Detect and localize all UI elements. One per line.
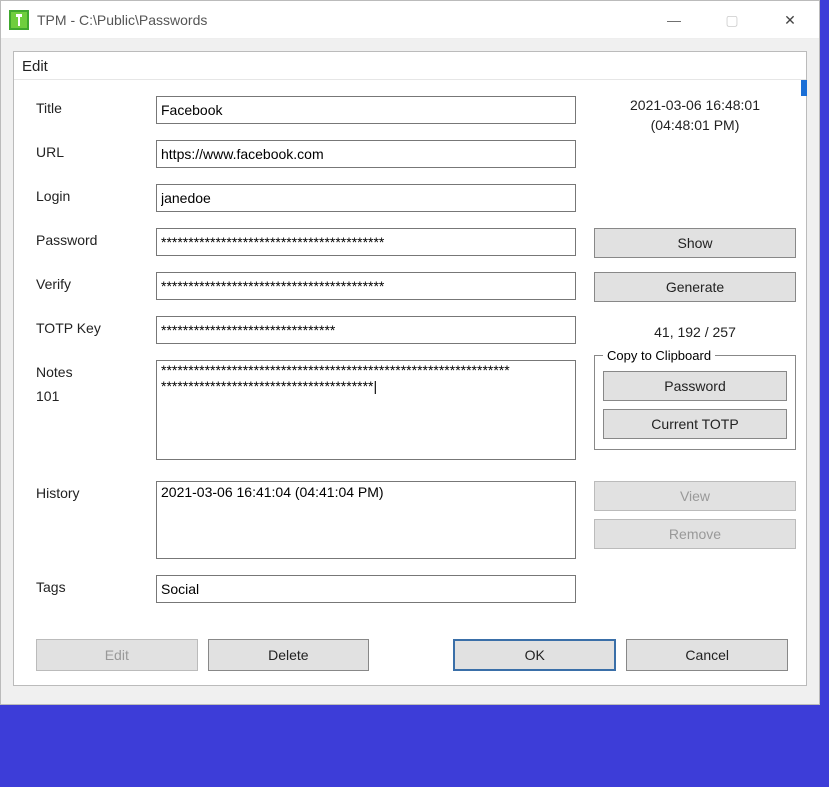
totp-key-label: TOTP Key — [36, 316, 146, 336]
app-icon — [9, 10, 29, 30]
verify-label: Verify — [36, 272, 146, 292]
login-label: Login — [36, 184, 146, 204]
login-field[interactable] — [156, 184, 576, 212]
password-field[interactable] — [156, 228, 576, 256]
copy-totp-button[interactable]: Current TOTP — [603, 409, 787, 439]
close-button[interactable]: ✕ — [761, 1, 819, 39]
timestamp-line2: (04:48:01 PM) — [594, 116, 796, 136]
url-label: URL — [36, 140, 146, 160]
app-window: TPM - C:\Public\Passwords — ▢ ✕ Edit Tit… — [0, 0, 820, 705]
show-button[interactable]: Show — [594, 228, 796, 258]
delete-button[interactable]: Delete — [208, 639, 370, 671]
copy-to-clipboard-group: Copy to Clipboard Password Current TOTP — [594, 348, 796, 450]
notes-count-label: 101 — [36, 380, 146, 404]
generate-button[interactable]: Generate — [594, 272, 796, 302]
form-area: Title 2021-03-06 16:48:01 (04:48:01 PM) … — [14, 80, 806, 629]
history-list[interactable]: 2021-03-06 16:41:04 (04:41:04 PM) — [156, 481, 576, 559]
copy-password-button[interactable]: Password — [603, 371, 787, 401]
minimize-button[interactable]: — — [645, 1, 703, 39]
close-icon: ✕ — [784, 12, 796, 29]
timestamp: 2021-03-06 16:48:01 (04:48:01 PM) — [594, 96, 796, 135]
tags-field[interactable] — [156, 575, 576, 603]
cancel-button[interactable]: Cancel — [626, 639, 788, 671]
notes-label: Notes — [36, 360, 146, 380]
window-title: TPM - C:\Public\Passwords — [37, 12, 207, 28]
notes-field[interactable] — [156, 360, 576, 460]
window-body: Edit Title 2021-03-06 16:48:01 (04:48:01… — [1, 39, 819, 704]
copy-to-clipboard-legend: Copy to Clipboard — [603, 348, 715, 363]
titlebar[interactable]: TPM - C:\Public\Passwords — ▢ ✕ — [1, 1, 819, 39]
minimize-icon: — — [667, 12, 681, 28]
url-field[interactable] — [156, 140, 576, 168]
title-label: Title — [36, 96, 146, 116]
totp-key-field[interactable] — [156, 316, 576, 344]
title-field[interactable] — [156, 96, 576, 124]
password-label: Password — [36, 228, 146, 248]
maximize-icon: ▢ — [725, 12, 738, 29]
history-item[interactable]: 2021-03-06 16:41:04 (04:41:04 PM) — [157, 482, 575, 502]
view-history-button[interactable]: View — [594, 481, 796, 511]
remove-history-button[interactable]: Remove — [594, 519, 796, 549]
panel-notch — [801, 80, 807, 96]
ok-button[interactable]: OK — [453, 639, 617, 671]
bottom-bar: Edit Delete OK Cancel — [14, 629, 806, 685]
timestamp-line1: 2021-03-06 16:48:01 — [594, 96, 796, 116]
counter-text: 41, 192 / 257 — [594, 324, 796, 340]
history-label: History — [36, 481, 146, 501]
panel-header: Edit — [14, 52, 806, 80]
maximize-button[interactable]: ▢ — [703, 1, 761, 39]
verify-field[interactable] — [156, 272, 576, 300]
window-controls: — ▢ ✕ — [645, 1, 819, 38]
edit-button[interactable]: Edit — [36, 639, 198, 671]
edit-panel: Edit Title 2021-03-06 16:48:01 (04:48:01… — [13, 51, 807, 686]
tags-label: Tags — [36, 575, 146, 595]
